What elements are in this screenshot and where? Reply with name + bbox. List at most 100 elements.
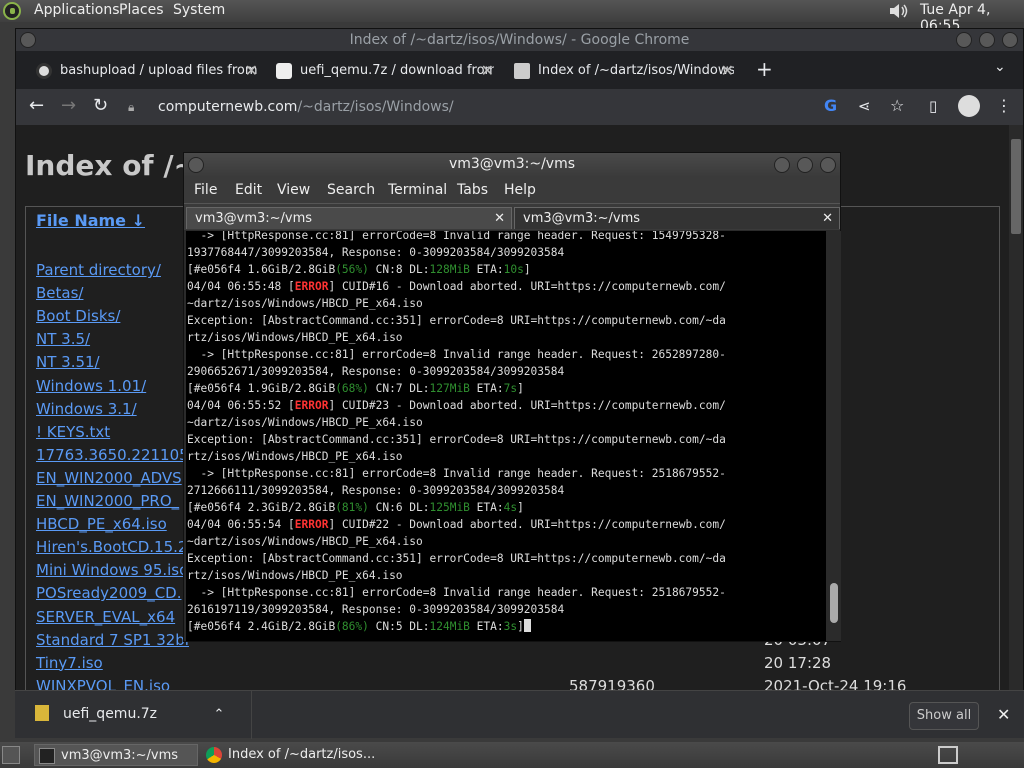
share-icon[interactable]: ⋖ xyxy=(858,97,871,115)
terminal-tab-1[interactable]: vm3@vm3:~/vms ✕ xyxy=(186,207,512,229)
back-icon[interactable]: ← xyxy=(29,95,44,116)
taskbar: vm3@vm3:~/vms Index of /~dartz/isos... xyxy=(0,742,1024,768)
maximize-button[interactable] xyxy=(979,32,995,48)
file-row: Tiny7.iso 20 17:28 xyxy=(36,654,996,676)
menu-places[interactable]: Places xyxy=(119,2,164,18)
window-menu-button[interactable] xyxy=(20,32,36,48)
close-button[interactable] xyxy=(1002,32,1018,48)
close-downloads-bar-icon[interactable]: ✕ xyxy=(997,705,1010,724)
terminal-window: vm3@vm3:~/vms File Edit View Search Term… xyxy=(183,152,841,642)
address-bar[interactable]: 🔒︎ computernewb.com/~dartz/isos/Windows/ xyxy=(126,93,886,121)
taskbar-item-terminal[interactable]: vm3@vm3:~/vms xyxy=(34,744,198,766)
divider xyxy=(251,691,252,739)
file-link[interactable]: Mini Windows 95.iso xyxy=(36,561,188,579)
terminal-tab-strip: vm3@vm3:~/vms ✕ vm3@vm3:~/vms ✕ xyxy=(184,203,840,230)
page-heading: Index of /~ xyxy=(25,149,198,182)
kebab-menu-icon[interactable]: ⋮ xyxy=(996,96,1012,115)
terminal-titlebar[interactable]: vm3@vm3:~/vms xyxy=(184,153,840,177)
file-link[interactable]: Tiny7.iso xyxy=(36,654,103,672)
browser-window-title: Index of /~dartz/isos/Windows/ - Google … xyxy=(349,32,690,48)
bookmark-star-icon[interactable]: ☆ xyxy=(890,96,904,115)
menu-applications[interactable]: Applications xyxy=(34,2,120,18)
terminal-close-button[interactable] xyxy=(820,157,836,173)
url-path: /~dartz/isos/Windows/ xyxy=(297,99,454,115)
chrome-icon xyxy=(206,747,222,763)
close-tab-icon[interactable]: ✕ xyxy=(494,208,505,230)
terminal-tab-2[interactable]: vm3@vm3:~/vms ✕ xyxy=(514,207,840,229)
file-link[interactable]: Boot Disks/ xyxy=(36,307,120,325)
show-desktop-icon[interactable] xyxy=(2,746,20,764)
column-header-file-name[interactable]: File Name ↓ xyxy=(36,211,145,230)
downloads-bar: uefi_qemu.7z ⌃ Show all ✕ xyxy=(15,690,1024,739)
file-date: 2021-Oct-24 19:16 xyxy=(764,676,907,691)
globe-icon xyxy=(36,62,52,79)
file-link[interactable]: 17763.3650.221105- xyxy=(36,446,194,464)
terminal-menu-view[interactable]: View xyxy=(277,182,310,198)
os-logo-icon[interactable] xyxy=(3,2,21,20)
side-panel-icon[interactable]: ▯ xyxy=(929,97,937,115)
terminal-output[interactable]: -> [HttpResponse.cc:81] errorCode=8 Inva… xyxy=(186,231,826,641)
file-link[interactable]: EN_WIN2000_PRO_ xyxy=(36,492,179,510)
page-scrollbar[interactable] xyxy=(1009,125,1023,691)
terminal-menu-search[interactable]: Search xyxy=(327,182,375,198)
google-icon[interactable]: G xyxy=(824,96,837,115)
terminal-minimize-button[interactable] xyxy=(774,157,790,173)
archive-file-icon xyxy=(35,705,49,721)
cloud-icon xyxy=(276,62,292,79)
tab-search-chevron-icon[interactable]: ⌄ xyxy=(994,59,1006,75)
file-link[interactable]: EN_WIN2000_ADVS xyxy=(36,469,182,487)
file-row: WINXPVOL_EN.iso 587919360 2021-Oct-24 19:1… xyxy=(36,677,996,691)
profile-avatar-icon[interactable] xyxy=(958,95,980,117)
show-all-downloads-button[interactable]: Show all xyxy=(909,702,979,730)
terminal-menu-help[interactable]: Help xyxy=(504,182,536,198)
file-link[interactable]: Windows 3.1/ xyxy=(36,400,137,418)
file-link[interactable]: POSready2009_CD. xyxy=(36,584,182,602)
volume-icon[interactable] xyxy=(888,3,910,19)
minimize-button[interactable] xyxy=(956,32,972,48)
workspace-switcher-icon[interactable] xyxy=(938,746,958,764)
terminal-menu-edit[interactable]: Edit xyxy=(235,182,262,198)
file-link[interactable]: ! KEYS.txt xyxy=(36,423,110,441)
file-link[interactable]: SERVER_EVAL_x64 xyxy=(36,608,175,626)
file-date: 20 17:28 xyxy=(764,653,832,672)
new-tab-icon[interactable]: + xyxy=(756,57,773,81)
file-link[interactable]: Windows 1.01/ xyxy=(36,377,146,395)
close-tab-icon[interactable]: ✕ xyxy=(245,55,258,87)
file-link[interactable]: HBCD_PE_x64.iso xyxy=(36,515,167,533)
url-domain: computernewb.com xyxy=(158,99,298,115)
terminal-scrollbar[interactable] xyxy=(827,231,841,641)
close-tab-icon[interactable]: ✕ xyxy=(481,55,494,87)
taskbar-item-chrome[interactable]: Index of /~dartz/isos... xyxy=(202,744,382,766)
file-link[interactable]: WINXPVOL_EN.iso xyxy=(36,677,170,691)
file-link[interactable]: NT 3.5/ xyxy=(36,330,90,348)
download-item[interactable]: uefi_qemu.7z ⌃ xyxy=(35,705,224,722)
tab-uefi-qemu[interactable]: uefi_qemu.7z / download from ✕ xyxy=(276,55,494,87)
terminal-menubar: File Edit View Search Terminal Tabs Help xyxy=(184,177,840,203)
lock-icon[interactable]: 🔒︎ xyxy=(128,93,134,121)
terminal-title: vm3@vm3:~/vms xyxy=(448,156,576,172)
terminal-menu-file[interactable]: File xyxy=(194,182,217,198)
system-top-bar: Applications Places System Tue Apr 4, 06… xyxy=(0,0,1024,34)
file-link[interactable]: NT 3.51/ xyxy=(36,353,100,371)
close-tab-icon[interactable]: ✕ xyxy=(721,55,734,87)
file-link[interactable]: Betas/ xyxy=(36,284,83,302)
terminal-menu-tabs[interactable]: Tabs xyxy=(457,182,488,198)
file-link[interactable]: Hiren's.BootCD.15.2 xyxy=(36,538,187,556)
reload-icon[interactable]: ↻ xyxy=(93,95,108,116)
browser-titlebar[interactable]: Index of /~dartz/isos/Windows/ - Google … xyxy=(16,29,1023,51)
terminal-maximize-button[interactable] xyxy=(797,157,813,173)
terminal-window-menu-button[interactable] xyxy=(188,157,204,173)
close-tab-icon[interactable]: ✕ xyxy=(822,208,833,230)
menu-system[interactable]: System xyxy=(173,2,225,18)
tab-bashupload[interactable]: bashupload / upload files from ✕ xyxy=(36,55,258,87)
file-link[interactable]: Standard 7 SP1 32bi xyxy=(36,631,189,649)
scrollbar-thumb[interactable] xyxy=(1011,139,1021,234)
forward-icon[interactable]: → xyxy=(61,95,76,116)
terminal-menu-terminal[interactable]: Terminal xyxy=(388,182,447,198)
browser-toolbar: ← → ↻ 🔒︎ computernewb.com/~dartz/isos/Wi… xyxy=(16,89,1023,125)
chevron-up-icon[interactable]: ⌃ xyxy=(213,707,224,722)
tab-index-of-windows[interactable]: Index of /~dartz/isos/Windows ✕ xyxy=(514,55,734,87)
file-link[interactable]: Parent directory/ xyxy=(36,261,161,279)
terminal-scrollbar-thumb[interactable] xyxy=(830,583,838,623)
tab-strip: bashupload / upload files from ✕ uefi_qem… xyxy=(16,51,1023,89)
